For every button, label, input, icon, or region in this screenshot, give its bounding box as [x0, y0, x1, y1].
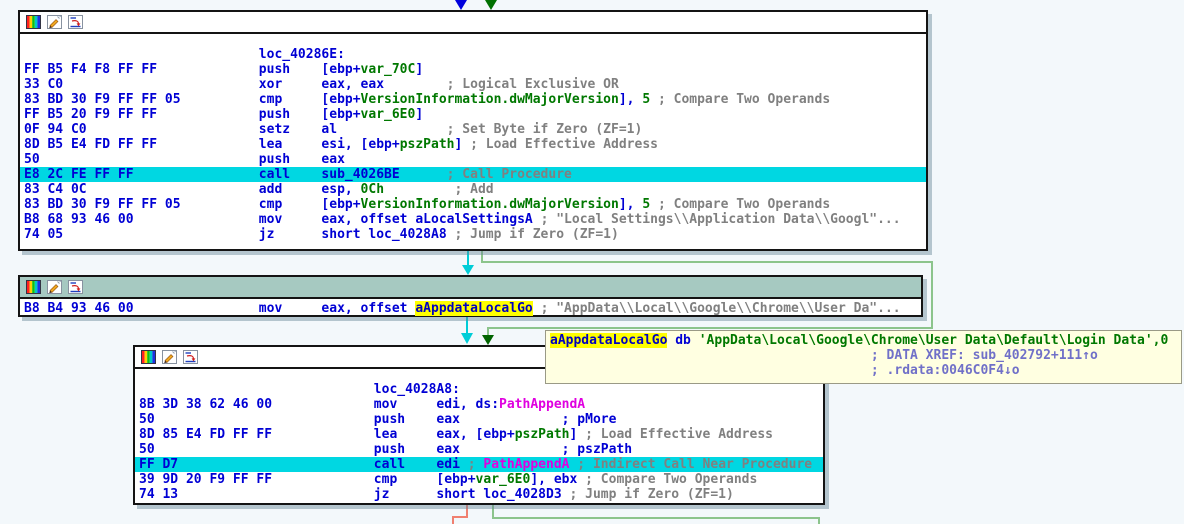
asm-line[interactable]: ; .rdata:0046C0F4↓o: [550, 363, 1177, 378]
asm-line[interactable]: 39 9D 20 F9 FF FF cmp [ebp+var_6E0], ebx…: [139, 472, 823, 487]
node-body: loc_40286E:FF B5 F4 F8 FF FF push [ebp+v…: [20, 34, 926, 242]
node-color-button[interactable]: [140, 349, 157, 365]
asm-line[interactable]: 83 C4 0C add esp, 0Ch ; Add: [24, 182, 926, 197]
asm-line[interactable]: ; DATA XREF: sub_402792+111↑o: [550, 348, 1177, 363]
node-chart-button[interactable]: [67, 279, 84, 295]
node-edit-button[interactable]: [46, 279, 63, 295]
node-titlebar[interactable]: [20, 12, 926, 34]
asm-line[interactable]: 83 BD 30 F9 FF FF 05 cmp [ebp+VersionInf…: [24, 92, 926, 107]
asm-line[interactable]: 74 13 jz short loc_4028D3 ; Jump if Zero…: [139, 487, 823, 502]
node-edit-button[interactable]: [46, 14, 63, 30]
exit-edge-green: [493, 505, 819, 524]
node-chart-button[interactable]: [67, 14, 84, 30]
hint-popup: aAppdataLocalGo db 'AppData\Local\Google…: [545, 330, 1182, 384]
asm-line[interactable]: 50 push eax ; pszPath: [139, 442, 823, 457]
asm-line[interactable]: 8B 3D 38 62 46 00 mov edi, ds:PathAppend…: [139, 397, 823, 412]
asm-line[interactable]: FF B5 F4 F8 FF FF push [ebp+var_70C]: [24, 62, 926, 77]
asm-line[interactable]: aAppdataLocalGo db 'AppData\Local\Google…: [550, 333, 1177, 348]
asm-line-highlighted[interactable]: E8 2C FE FF FF call sub_4026BE ; Call Pr…: [20, 167, 926, 182]
asm-line[interactable]: 74 05 jz short loc_4028A8 ; Jump if Zero…: [24, 227, 926, 242]
exit-edge-red: [453, 505, 467, 524]
pencil-icon: [162, 350, 177, 364]
basic-block-mov-appdata[interactable]: B8 B4 93 46 00 mov eax, offset aAppdataL…: [18, 275, 923, 317]
fallthrough-edge-mid-arrowhead: [461, 333, 473, 344]
basic-block-loc_40286E[interactable]: loc_40286E:FF B5 F4 F8 FF FF push [ebp+v…: [18, 10, 928, 251]
entry-edge-blue-arrowhead: [455, 0, 467, 10]
chart-icon: [183, 350, 198, 364]
asm-line[interactable]: 50 push eax: [24, 152, 926, 167]
asm-line[interactable]: B8 B4 93 46 00 mov eax, offset aAppdataL…: [24, 301, 921, 316]
pencil-icon: [47, 15, 62, 29]
node-edit-button[interactable]: [161, 349, 178, 365]
node-body: loc_4028A8:8B 3D 38 62 46 00 mov edi, ds…: [135, 369, 823, 502]
node-body: B8 B4 93 46 00 mov eax, offset aAppdataL…: [20, 299, 921, 316]
asm-line[interactable]: FF B5 20 F9 FF FF push [ebp+var_6E0]: [24, 107, 926, 122]
asm-line[interactable]: B8 68 93 46 00 mov eax, offset aLocalSet…: [24, 212, 926, 227]
asm-line[interactable]: 8D B5 E4 FD FF FF lea esi, [ebp+pszPath]…: [24, 137, 926, 152]
palette-icon: [141, 350, 156, 364]
asm-line[interactable]: loc_4028A8:: [139, 382, 823, 397]
asm-line[interactable]: 83 BD 30 F9 FF FF 05 cmp [ebp+VersionInf…: [24, 197, 926, 212]
palette-icon: [26, 15, 41, 29]
chart-icon: [68, 280, 83, 294]
pencil-icon: [47, 280, 62, 294]
entry-edge-green-arrowhead: [485, 0, 497, 10]
node-titlebar[interactable]: [20, 277, 921, 299]
node-color-button[interactable]: [25, 279, 42, 295]
node-chart-button[interactable]: [182, 349, 199, 365]
asm-line-highlighted[interactable]: FF D7 call edi ; PathAppendA ; Indirect …: [135, 457, 823, 472]
asm-line[interactable]: loc_40286E:: [24, 47, 926, 62]
node-color-button[interactable]: [25, 14, 42, 30]
chart-icon: [68, 15, 83, 29]
asm-line[interactable]: 0F 94 C0 setz al ; Set Byte if Zero (ZF=…: [24, 122, 926, 137]
palette-icon: [26, 280, 41, 294]
asm-line[interactable]: 50 push eax ; pMore: [139, 412, 823, 427]
asm-line[interactable]: 33 C0 xor eax, eax ; Logical Exclusive O…: [24, 77, 926, 92]
fallthrough-edge-top-arrowhead: [462, 265, 474, 275]
asm-line[interactable]: 8D 85 E4 FD FF FF lea eax, [ebp+pszPath]…: [139, 427, 823, 442]
jump-taken-edge-green-arrowhead: [482, 335, 494, 345]
